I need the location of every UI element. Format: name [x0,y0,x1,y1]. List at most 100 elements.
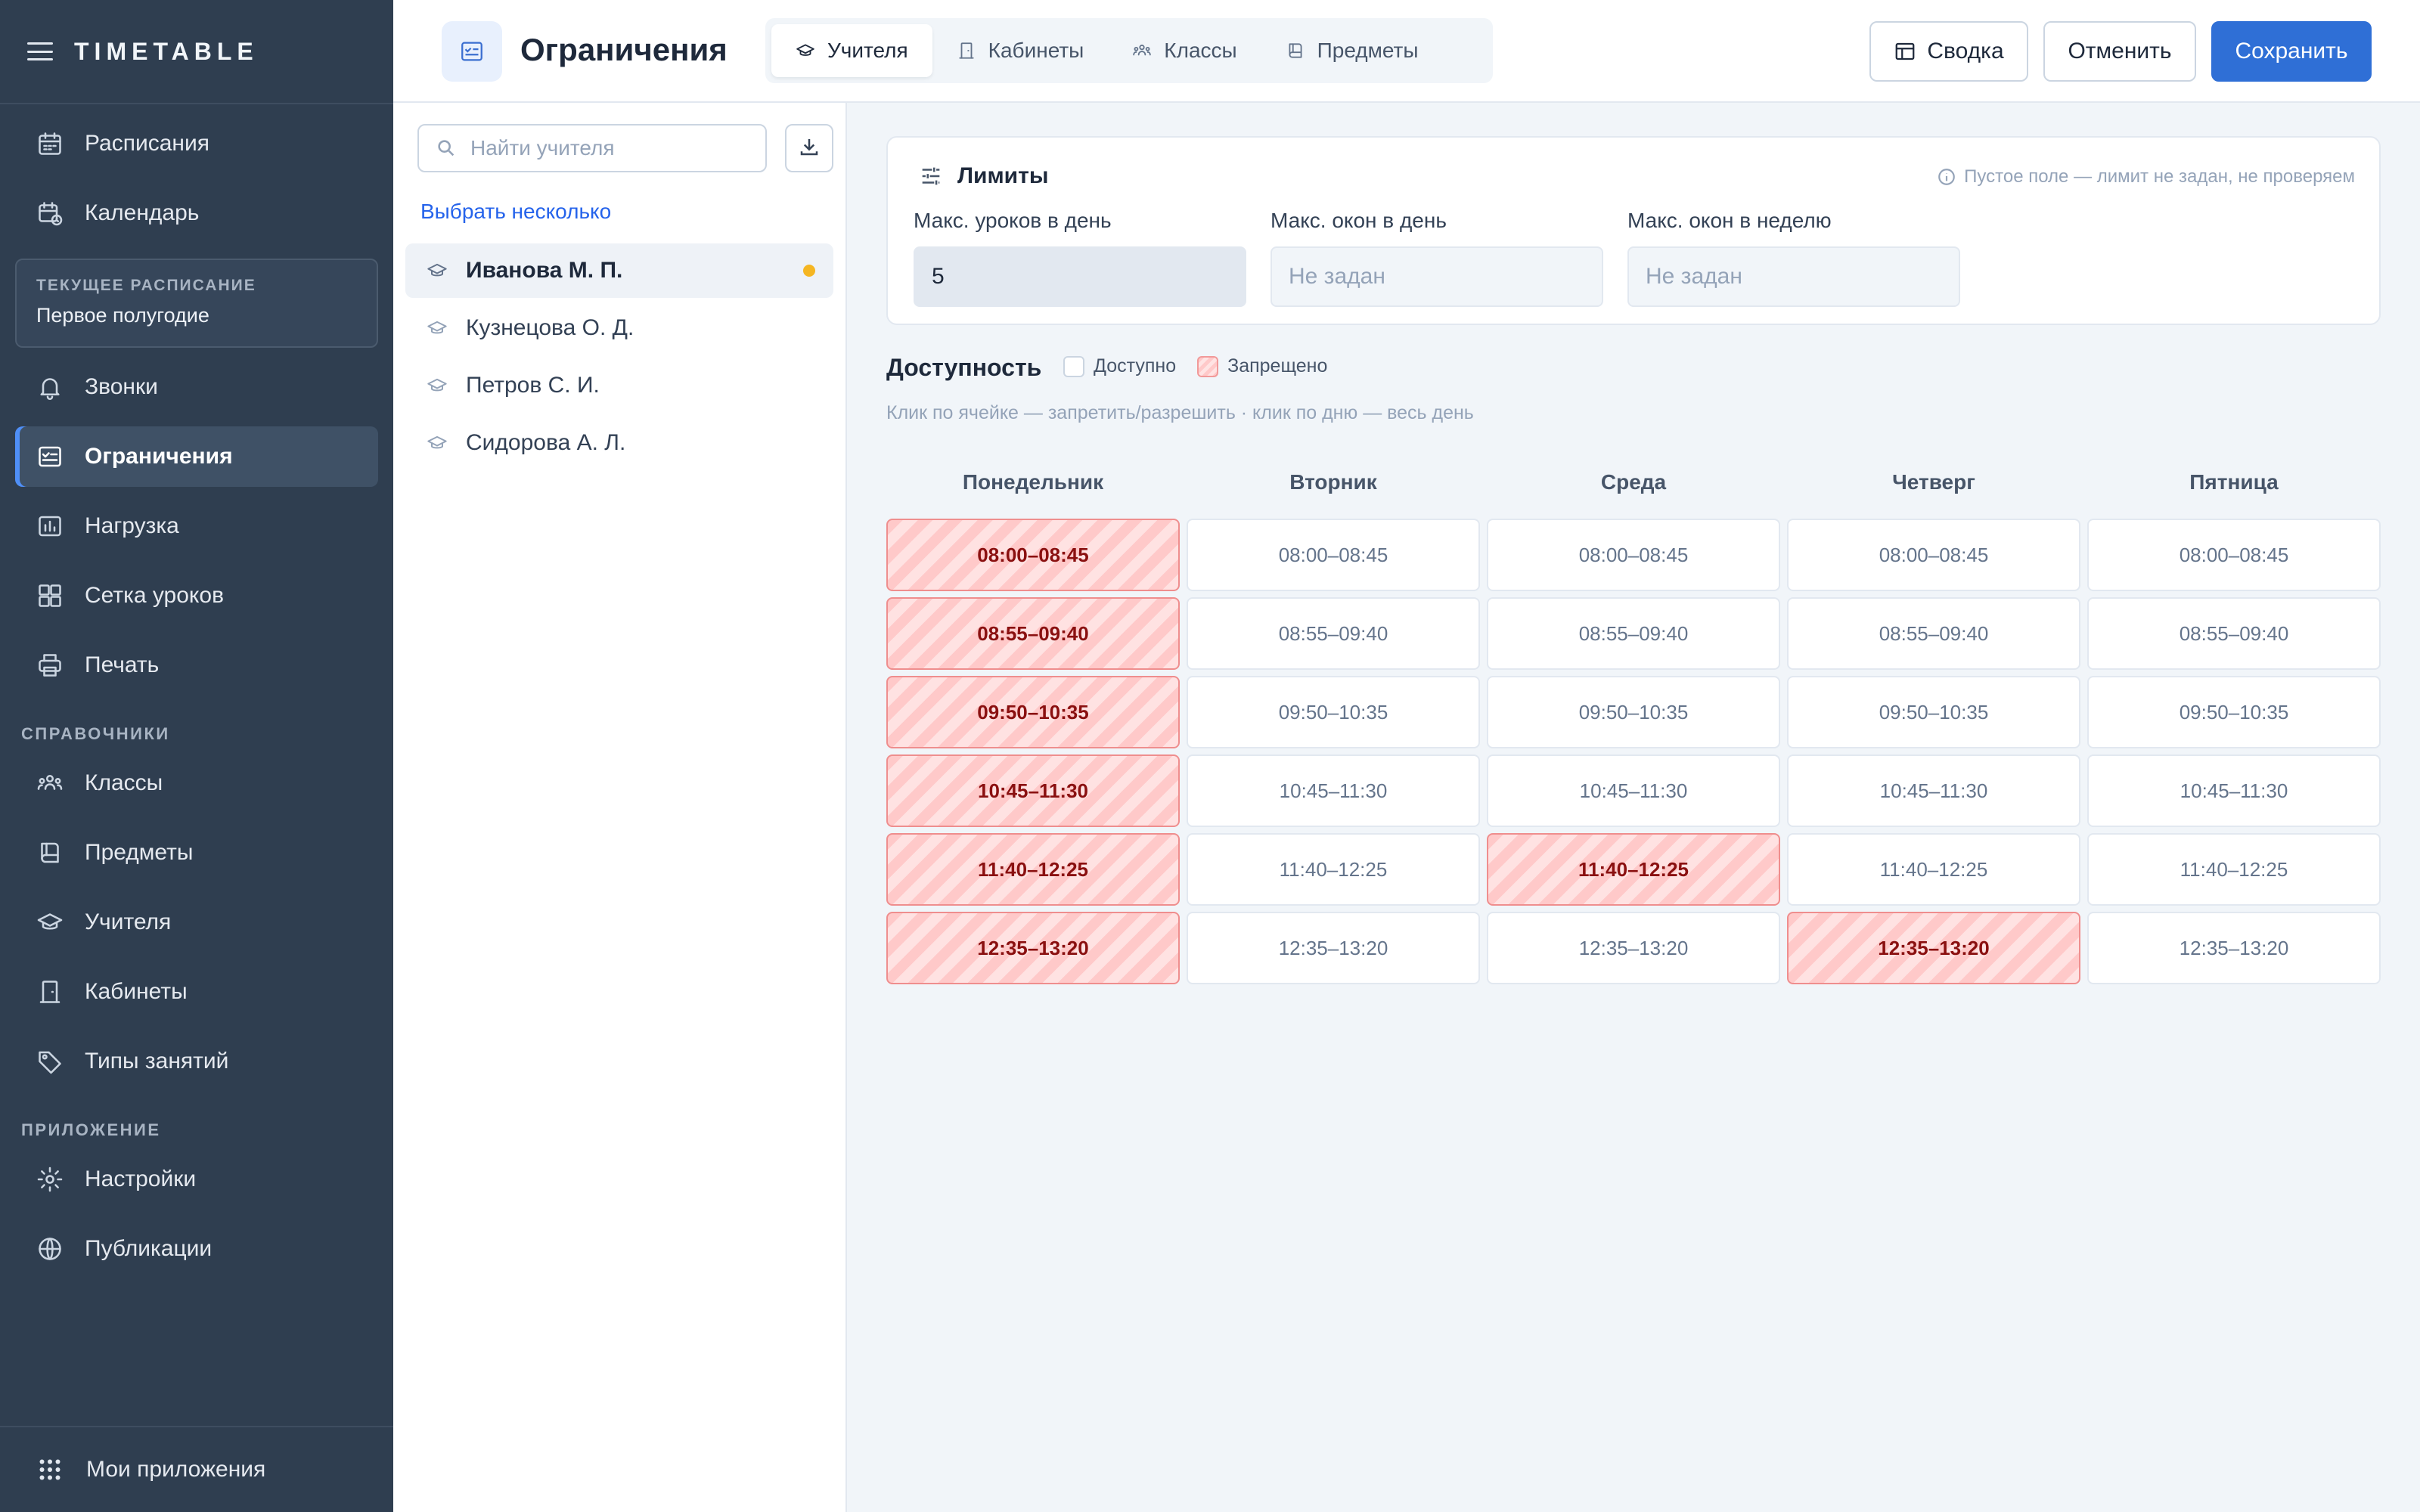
day-header[interactable]: Вторник [1187,451,1480,514]
sidebar-item-main_items-0[interactable]: Звонки [15,357,378,417]
book-icon [36,839,64,866]
slot-cell-available[interactable]: 12:35–13:20 [1187,912,1480,984]
limits-card: Лимиты Пустое поле — лимит не задан, не … [886,136,2381,325]
slot-cell-available[interactable]: 09:50–10:35 [2087,676,2381,748]
limit-input[interactable]: Не задан [1627,246,1960,307]
tab-2[interactable]: Классы [1108,24,1261,77]
slot-cell-forbidden[interactable]: 11:40–12:25 [1487,833,1780,906]
slot-cell-available[interactable]: 09:50–10:35 [1787,676,2080,748]
teacher-list-item[interactable]: Кузнецова О. Д. [405,301,833,355]
legend-free-label: Доступно [1094,355,1177,376]
tab-label: Учителя [827,39,908,62]
sidebar-item-reference_items-0[interactable]: Классы [15,753,378,813]
slot-cell-available[interactable]: 08:00–08:45 [1487,519,1780,591]
slot-cell-available[interactable]: 11:40–12:25 [1787,833,2080,906]
slot-cell-available[interactable]: 10:45–11:30 [2087,754,2381,827]
limits-hint-text: Пустое поле — лимит не задан, не проверя… [1964,166,2355,187]
cancel-button[interactable]: Отменить [2043,21,2196,82]
summary-button[interactable]: Сводка [1869,21,2028,82]
menu-icon[interactable] [27,42,53,60]
slot-cell-available[interactable]: 10:45–11:30 [1787,754,2080,827]
tab-0[interactable]: Учителя [771,24,932,77]
info-icon [1937,167,1956,187]
teacher-list-item[interactable]: Петров С. И. [405,358,833,413]
slot-cell-available[interactable]: 11:40–12:25 [2087,833,2381,906]
slot-cell-forbidden[interactable]: 09:50–10:35 [886,676,1180,748]
search-placeholder: Найти учителя [470,136,615,160]
day-header[interactable]: Пятница [2087,451,2381,514]
day-header[interactable]: Среда [1487,451,1780,514]
current-schedule-selector[interactable]: ТЕКУЩЕЕ РАСПИСАНИЕ Первое полугодие [15,259,378,348]
slot-cell-forbidden[interactable]: 08:00–08:45 [886,519,1180,591]
sidebar-nav: Расписания Календарь ТЕКУЩЕЕ РАСПИСАНИЕ П… [0,113,393,1279]
sidebar-item-top_items-1[interactable]: Календарь [15,183,378,243]
bar-chart-icon [36,513,64,540]
export-button[interactable] [785,124,833,172]
limit-field: Макс. окон в день Не задан [1270,209,1603,307]
day-header[interactable]: Понедельник [886,451,1180,514]
availability-grid: Понедельник Вторник Среда Четверг Пятница 08… [886,451,2381,984]
tab-1[interactable]: Кабинеты [932,24,1109,77]
slot-cell-forbidden[interactable]: 11:40–12:25 [886,833,1180,906]
save-button[interactable]: Сохранить [2211,21,2372,82]
tab-label: Классы [1164,39,1237,62]
teacher-list-item[interactable]: Сидорова А. Л. [405,416,833,470]
teacher-search-input[interactable]: Найти учителя [417,124,767,172]
people-icon [36,770,64,797]
sidebar-item-reference_items-2[interactable]: Учителя [15,892,378,953]
table-icon [1894,40,1916,63]
slot-cell-forbidden[interactable]: 10:45–11:30 [886,754,1180,827]
slot-cell-available[interactable]: 08:55–09:40 [2087,597,2381,670]
sidebar-item-reference_items-1[interactable]: Предметы [15,823,378,883]
slot-cell-forbidden[interactable]: 08:55–09:40 [886,597,1180,670]
day-header-row: Понедельник Вторник Среда Четверг Пятница [886,451,2381,514]
graduation-cap-icon [427,432,448,454]
slot-cell-available[interactable]: 09:50–10:35 [1187,676,1480,748]
select-multiple-link[interactable]: Выбрать несколько [420,200,611,224]
sidebar-item-main_items-2[interactable]: Нагрузка [15,496,378,556]
limit-input[interactable]: 5 [914,246,1246,307]
gear-icon [36,1166,64,1193]
slot-cell-available[interactable]: 08:55–09:40 [1787,597,2080,670]
slot-cell-available[interactable]: 08:55–09:40 [1487,597,1780,670]
sidebar-item-reference_items-4[interactable]: Типы занятий [15,1031,378,1092]
sidebar-item-main_items-3[interactable]: Сетка уроков [15,565,378,626]
slot-cell-forbidden[interactable]: 12:35–13:20 [1787,912,2080,984]
search-icon [436,138,457,159]
sidebar-item-main_items-4[interactable]: Печать [15,635,378,696]
section-label-reference: СПРАВОЧНИКИ [21,724,170,743]
sidebar-item-label: Настройки [85,1167,197,1191]
sidebar-item-reference_items-3[interactable]: Кабинеты [15,962,378,1022]
slot-cell-available[interactable]: 11:40–12:25 [1187,833,1480,906]
entity-tabs: Учителя Кабинеты Классы Предметы [765,18,1493,83]
tag-icon [36,1048,64,1075]
tab-3[interactable]: Предметы [1261,24,1443,77]
slot-cell-forbidden[interactable]: 12:35–13:20 [886,912,1180,984]
sidebar-item-label: Публикации [85,1236,213,1261]
slot-cell-available[interactable]: 12:35–13:20 [1487,912,1780,984]
sidebar-item-my-apps[interactable]: Мои приложения [0,1426,393,1512]
teacher-name: Кузнецова О. Д. [466,315,634,340]
slot-cell-available[interactable]: 10:45–11:30 [1487,754,1780,827]
limit-input[interactable]: Не задан [1270,246,1603,307]
sidebar-item-app_items-1[interactable]: Публикации [15,1219,378,1279]
header: Ограничения Учителя Кабинеты Классы Предмет… [393,0,2420,103]
grid-icon [36,582,64,609]
save-button-label: Сохранить [2235,39,2348,64]
teacher-list-item[interactable]: Иванова М. П. [405,243,833,298]
slot-cell-available[interactable]: 09:50–10:35 [1487,676,1780,748]
sidebar-item-label: Учителя [85,909,172,934]
day-header[interactable]: Четверг [1787,451,2080,514]
sidebar-item-main_items-1[interactable]: Ограничения [15,426,378,487]
sidebar-item-top_items-0[interactable]: Расписания [15,113,378,174]
current-schedule-label: ТЕКУЩЕЕ РАСПИСАНИЕ [36,277,256,294]
legend-forbidden-label: Запрещено [1227,355,1328,376]
sidebar-item-app_items-0[interactable]: Настройки [15,1149,378,1210]
slot-cell-available[interactable]: 12:35–13:20 [2087,912,2381,984]
slot-cell-available[interactable]: 08:00–08:45 [2087,519,2381,591]
slot-cell-available[interactable]: 08:00–08:45 [1187,519,1480,591]
limits-hint: Пустое поле — лимит не задан, не проверя… [1937,166,2355,187]
slot-cell-available[interactable]: 08:55–09:40 [1187,597,1480,670]
slot-cell-available[interactable]: 10:45–11:30 [1187,754,1480,827]
slot-cell-available[interactable]: 08:00–08:45 [1787,519,2080,591]
